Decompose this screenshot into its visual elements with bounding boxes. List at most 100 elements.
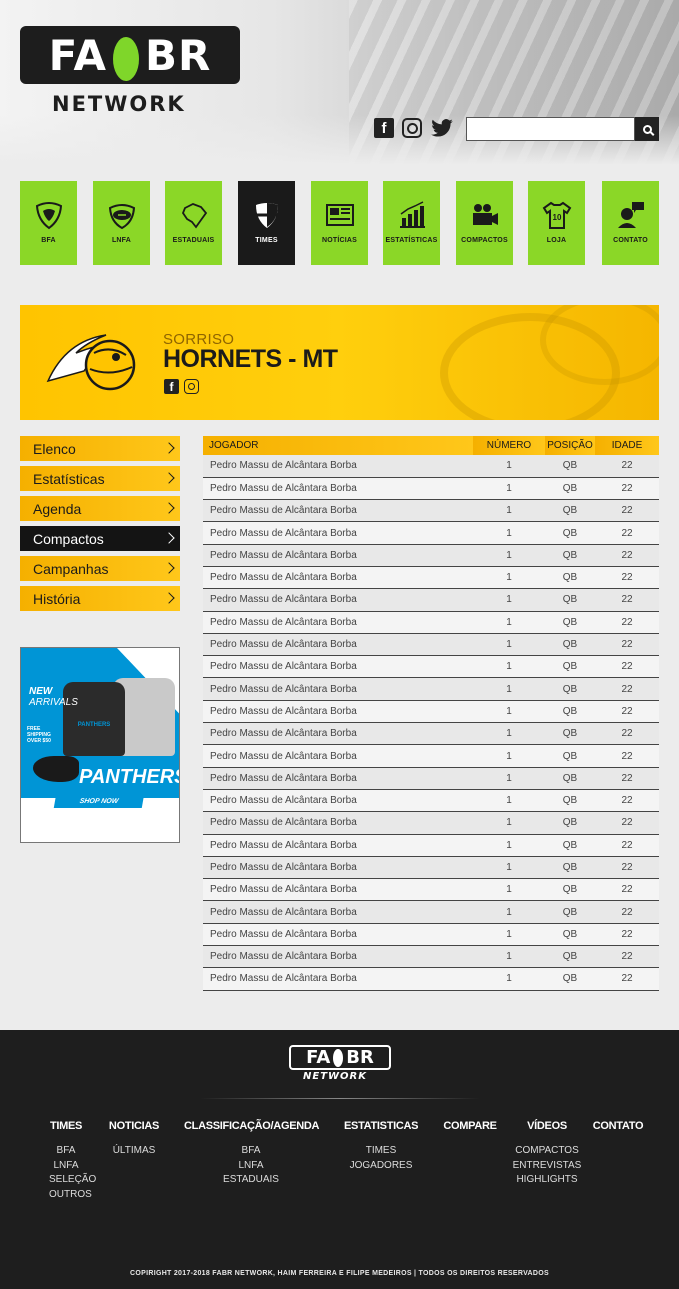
football-logo-icon (113, 37, 140, 81)
column-header-numero[interactable]: NÚMERO (473, 436, 545, 455)
cell-numero: 1 (473, 878, 545, 902)
cell-posicao: QB (545, 789, 595, 813)
sidebar-item-compactos[interactable]: Compactos (20, 526, 180, 551)
cell-idade: 22 (595, 611, 659, 634)
instagram-icon[interactable] (184, 379, 199, 394)
table-row[interactable]: Pedro Massu de Alcântara Borba 1 QB 22 (203, 834, 659, 857)
search-input[interactable] (466, 117, 635, 141)
cell-numero: 1 (473, 923, 545, 947)
table-row[interactable]: Pedro Massu de Alcântara Borba 1 QB 22 (203, 967, 659, 991)
nav-tile-times[interactable]: TIMES (238, 181, 295, 265)
table-row[interactable]: Pedro Massu de Alcântara Borba 1 QB 22 (203, 878, 659, 902)
cell-numero: 1 (473, 455, 545, 478)
table-row[interactable]: Pedro Massu de Alcântara Borba 1 QB 22 (203, 477, 659, 501)
contact-icon (616, 199, 646, 231)
table-row[interactable]: Pedro Massu de Alcântara Borba 1 QB 22 (203, 521, 659, 545)
nav-tile-compactos[interactable]: COMPACTOS (456, 181, 513, 265)
cell-idade: 22 (595, 655, 659, 679)
table-row[interactable]: Pedro Massu de Alcântara Borba 1 QB 22 (203, 767, 659, 790)
table-row[interactable]: Pedro Massu de Alcântara Borba 1 QB 22 (203, 499, 659, 523)
bar-chart-icon (397, 199, 427, 231)
cell-idade: 22 (595, 700, 659, 724)
cell-posicao: QB (545, 900, 595, 924)
table-row[interactable]: Pedro Massu de Alcântara Borba 1 QB 22 (203, 923, 659, 947)
cell-jogador: Pedro Massu de Alcântara Borba (203, 499, 473, 523)
cell-idade: 22 (595, 633, 659, 657)
table-row[interactable]: Pedro Massu de Alcântara Borba 1 QB 22 (203, 744, 659, 768)
nav-tile-contato[interactable]: CONTATO (602, 181, 659, 265)
shop-now-button[interactable]: SHOP NOW (53, 794, 145, 808)
sidebar-item-campanhas[interactable]: Campanhas (20, 556, 180, 581)
nav-tile-loja[interactable]: 10 LOJA (528, 181, 585, 265)
search-button[interactable] (635, 117, 659, 141)
cell-posicao: QB (545, 700, 595, 724)
table-row[interactable]: Pedro Massu de Alcântara Borba 1 QB 22 (203, 789, 659, 813)
table-row[interactable]: Pedro Massu de Alcântara Borba 1 QB 22 (203, 655, 659, 679)
sidebar-item-estatisticas[interactable]: Estatísticas (20, 466, 180, 491)
table-row[interactable]: Pedro Massu de Alcântara Borba 1 QB 22 (203, 588, 659, 612)
table-row[interactable]: Pedro Massu de Alcântara Borba 1 QB 22 (203, 700, 659, 724)
cell-jogador: Pedro Massu de Alcântara Borba (203, 677, 473, 701)
facebook-icon[interactable]: f (164, 379, 179, 394)
footer-col-noticias: NOTICIAS ÚLTIMAS (108, 1120, 160, 1156)
cell-posicao: QB (545, 722, 595, 746)
cell-jogador: Pedro Massu de Alcântara Borba (203, 744, 473, 768)
cell-numero: 1 (473, 499, 545, 523)
table-row[interactable]: Pedro Massu de Alcântara Borba 1 QB 22 (203, 633, 659, 657)
brazil-map-icon (179, 199, 209, 231)
site-logo[interactable]: FA BR NETWORK (20, 26, 242, 118)
table-row[interactable]: Pedro Massu de Alcântara Borba 1 QB 22 (203, 811, 659, 835)
table-row[interactable]: Pedro Massu de Alcântara Borba 1 QB 22 (203, 856, 659, 880)
table-row[interactable]: Pedro Massu de Alcântara Borba 1 QB 22 (203, 900, 659, 924)
cell-numero: 1 (473, 767, 545, 790)
facebook-icon[interactable]: f (374, 118, 394, 138)
football-logo-icon (333, 1048, 344, 1067)
cell-idade: 22 (595, 811, 659, 835)
column-header-posicao[interactable]: POSIÇÃO (545, 436, 595, 455)
column-header-jogador[interactable]: JOGADOR (203, 436, 473, 455)
cell-jogador: Pedro Massu de Alcântara Borba (203, 611, 473, 634)
twitter-icon[interactable] (430, 118, 454, 138)
chevron-right-icon (163, 592, 175, 604)
roster-body: Pedro Massu de Alcântara Borba 1 QB 22 Pedro… (203, 455, 659, 991)
sidebar-item-elenco[interactable]: Elenco (20, 436, 180, 461)
search-icon (642, 124, 652, 134)
team-shield-icon (252, 199, 282, 231)
footer-col-classificacao: CLASSIFICAÇÃO/AGENDA BFA LNFA ESTADUAIS (184, 1120, 320, 1185)
cell-posicao: QB (545, 566, 595, 590)
cell-jogador: Pedro Massu de Alcântara Borba (203, 945, 473, 969)
nav-tile-bfa[interactable]: BFA (20, 181, 77, 265)
panthers-ad-banner[interactable]: PANTHERS NEW ARRIVALS FREE SHIPPING OVER… (20, 647, 180, 843)
cell-jogador: Pedro Massu de Alcântara Borba (203, 521, 473, 545)
cell-posicao: QB (545, 611, 595, 634)
cell-numero: 1 (473, 588, 545, 612)
cell-idade: 22 (595, 856, 659, 880)
footer-logo[interactable]: FA BR NETWORK (289, 1045, 391, 1085)
nav-tile-estatisticas[interactable]: ESTATÍSTICAS (383, 181, 440, 265)
header-social-links: f (374, 118, 454, 138)
table-row[interactable]: Pedro Massu de Alcântara Borba 1 QB 22 (203, 544, 659, 567)
column-header-idade[interactable]: IDADE (595, 436, 659, 455)
cell-posicao: QB (545, 878, 595, 902)
roster-table: JOGADOR NÚMERO POSIÇÃO IDADE Pedro Massu… (203, 436, 659, 991)
cell-idade: 22 (595, 744, 659, 768)
sidebar-item-agenda[interactable]: Agenda (20, 496, 180, 521)
table-row[interactable]: Pedro Massu de Alcântara Borba 1 QB 22 (203, 455, 659, 478)
nav-tile-estaduais[interactable]: ESTADUAIS (165, 181, 222, 265)
table-row[interactable]: Pedro Massu de Alcântara Borba 1 QB 22 (203, 722, 659, 746)
cell-posicao: QB (545, 455, 595, 478)
sidebar-item-historia[interactable]: História (20, 586, 180, 611)
table-row[interactable]: Pedro Massu de Alcântara Borba 1 QB 22 (203, 566, 659, 590)
table-row[interactable]: Pedro Massu de Alcântara Borba 1 QB 22 (203, 945, 659, 969)
instagram-icon[interactable] (402, 118, 422, 138)
nav-tile-noticias[interactable]: NOTÍCIAS (311, 181, 368, 265)
table-row[interactable]: Pedro Massu de Alcântara Borba 1 QB 22 (203, 677, 659, 701)
cell-posicao: QB (545, 923, 595, 947)
cell-posicao: QB (545, 521, 595, 545)
hornets-logo (46, 331, 142, 393)
chevron-right-icon (163, 502, 175, 514)
table-row[interactable]: Pedro Massu de Alcântara Borba 1 QB 22 (203, 611, 659, 634)
cell-idade: 22 (595, 455, 659, 478)
nav-tile-lnfa[interactable]: LNFA (93, 181, 150, 265)
cell-posicao: QB (545, 767, 595, 790)
